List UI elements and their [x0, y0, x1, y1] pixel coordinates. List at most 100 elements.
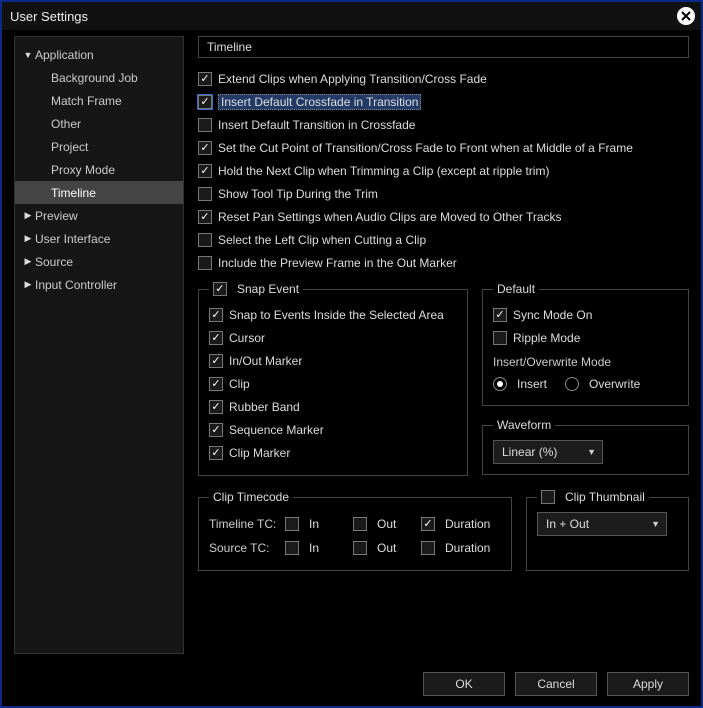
checkbox-label: Reset Pan Settings when Audio Clips are … — [218, 210, 562, 224]
settings-panel: Timeline Extend Clips when Applying Tran… — [184, 36, 689, 654]
checkbox-source-in[interactable] — [285, 541, 299, 555]
checkbox-label: In — [309, 541, 319, 555]
tree-item-project[interactable]: Project — [15, 135, 183, 158]
default-group: Default Sync Mode On Ripple Mode Insert/… — [482, 282, 689, 406]
checkbox-timeline-in[interactable] — [285, 517, 299, 531]
checkbox-sync-mode[interactable] — [493, 308, 507, 322]
cancel-button[interactable]: Cancel — [515, 672, 597, 696]
tree-item-user-interface[interactable]: ▶ User Interface — [15, 227, 183, 250]
tree-label: User Interface — [35, 232, 110, 246]
waveform-select[interactable]: Linear (%) ▼ — [493, 440, 603, 464]
checkbox-label: Sync Mode On — [513, 308, 592, 322]
checkbox-source-duration[interactable] — [421, 541, 435, 555]
apply-button[interactable]: Apply — [607, 672, 689, 696]
checkbox-label: In/Out Marker — [229, 354, 302, 368]
chevron-down-icon: ▼ — [21, 50, 35, 60]
checkbox-label: Insert Default Transition in Crossfade — [218, 118, 415, 132]
checkbox-extend-clips[interactable] — [198, 72, 212, 86]
checkbox-insert-crossfade[interactable] — [198, 95, 212, 109]
dialog-buttons: OK Cancel Apply — [423, 672, 689, 696]
checkbox-snap-event[interactable] — [213, 282, 227, 296]
checkbox-insert-transition[interactable] — [198, 118, 212, 132]
checkbox-label: Hold the Next Clip when Trimming a Clip … — [218, 164, 549, 178]
window-title: User Settings — [10, 9, 88, 24]
close-icon — [681, 11, 691, 21]
checkbox-reset-pan[interactable] — [198, 210, 212, 224]
tree-item-proxy-mode[interactable]: Proxy Mode — [15, 158, 183, 181]
tree-item-other[interactable]: Other — [15, 112, 183, 135]
tree-label: Other — [51, 117, 81, 131]
checkbox-label: Out — [377, 517, 396, 531]
radio-label: Overwrite — [589, 377, 640, 391]
checkbox-timeline-duration[interactable] — [421, 517, 435, 531]
breadcrumb-text: Timeline — [207, 40, 252, 54]
group-legend: Default — [493, 282, 539, 296]
checkbox-snap-rubber[interactable] — [209, 400, 223, 414]
checkbox-label: Sequence Marker — [229, 423, 324, 437]
checkbox-snap-inout[interactable] — [209, 354, 223, 368]
radio-insert[interactable] — [493, 377, 507, 391]
button-label: Apply — [633, 677, 663, 691]
breadcrumb: Timeline — [198, 36, 689, 58]
tree-item-preview[interactable]: ▶ Preview — [15, 204, 183, 227]
tree-item-source[interactable]: ▶ Source — [15, 250, 183, 273]
clip-thumbnail-group: Clip Thumbnail In + Out ▼ — [526, 490, 689, 571]
checkbox-snap-clipmark[interactable] — [209, 446, 223, 460]
checkbox-label: Out — [377, 541, 396, 555]
ok-button[interactable]: OK — [423, 672, 505, 696]
select-value: In + Out — [546, 517, 589, 531]
checkbox-snap-cursor[interactable] — [209, 331, 223, 345]
titlebar: User Settings — [2, 2, 701, 30]
checkbox-cut-point[interactable] — [198, 141, 212, 155]
tree-label: Project — [51, 140, 88, 154]
checkbox-show-tooltip[interactable] — [198, 187, 212, 201]
tree-label: Proxy Mode — [51, 163, 115, 177]
tree-label: Preview — [35, 209, 78, 223]
tree-label: Application — [35, 48, 94, 62]
checkbox-label: Set the Cut Point of Transition/Cross Fa… — [218, 141, 633, 155]
clip-thumbnail-select[interactable]: In + Out ▼ — [537, 512, 667, 536]
checkbox-clip-thumbnail[interactable] — [541, 490, 555, 504]
tree-label: Match Frame — [51, 94, 122, 108]
checkbox-label: Cursor — [229, 331, 265, 345]
checkbox-label: Include the Preview Frame in the Out Mar… — [218, 256, 457, 270]
tree-label: Background Job — [51, 71, 138, 85]
checkbox-label: Clip Marker — [229, 446, 290, 460]
tree-item-match-frame[interactable]: Match Frame — [15, 89, 183, 112]
tree-label: Source — [35, 255, 73, 269]
group-legend: Snap Event — [237, 282, 299, 296]
select-value: Linear (%) — [502, 445, 557, 459]
checkbox-snap-clip[interactable] — [209, 377, 223, 391]
checkbox-include-preview[interactable] — [198, 256, 212, 270]
checkbox-label: Extend Clips when Applying Transition/Cr… — [218, 72, 487, 86]
settings-tree: ▼ Application Background Job Match Frame… — [14, 36, 184, 654]
clip-timecode-group: Clip Timecode Timeline TC: In Out Durati… — [198, 490, 512, 571]
checkbox-label: In — [309, 517, 319, 531]
tree-item-timeline[interactable]: Timeline — [15, 181, 183, 204]
checkbox-snap-seqmark[interactable] — [209, 423, 223, 437]
tree-item-input-controller[interactable]: ▶ Input Controller — [15, 273, 183, 296]
chevron-right-icon: ▶ — [21, 279, 35, 290]
checkbox-source-out[interactable] — [353, 541, 367, 555]
checkbox-ripple-mode[interactable] — [493, 331, 507, 345]
tree-item-application[interactable]: ▼ Application — [15, 43, 183, 66]
checkbox-hold-next[interactable] — [198, 164, 212, 178]
checkbox-label: Rubber Band — [229, 400, 300, 414]
checkbox-label: Clip — [229, 377, 250, 391]
checkbox-snap-inside[interactable] — [209, 308, 223, 322]
radio-overwrite[interactable] — [565, 377, 579, 391]
chevron-down-icon: ▼ — [651, 519, 660, 529]
chevron-right-icon: ▶ — [21, 210, 35, 221]
snap-event-group: Snap Event Snap to Events Inside the Sel… — [198, 282, 468, 476]
waveform-group: Waveform Linear (%) ▼ — [482, 418, 689, 475]
checkbox-timeline-out[interactable] — [353, 517, 367, 531]
checkbox-select-left[interactable] — [198, 233, 212, 247]
tree-label: Timeline — [51, 186, 96, 200]
chevron-right-icon: ▶ — [21, 256, 35, 267]
checkbox-label: Select the Left Clip when Cutting a Clip — [218, 233, 426, 247]
tree-item-background-job[interactable]: Background Job — [15, 66, 183, 89]
tree-label: Input Controller — [35, 278, 117, 292]
close-button[interactable] — [677, 7, 695, 25]
row-label: Source TC: — [209, 541, 281, 555]
checkbox-label: Ripple Mode — [513, 331, 580, 345]
